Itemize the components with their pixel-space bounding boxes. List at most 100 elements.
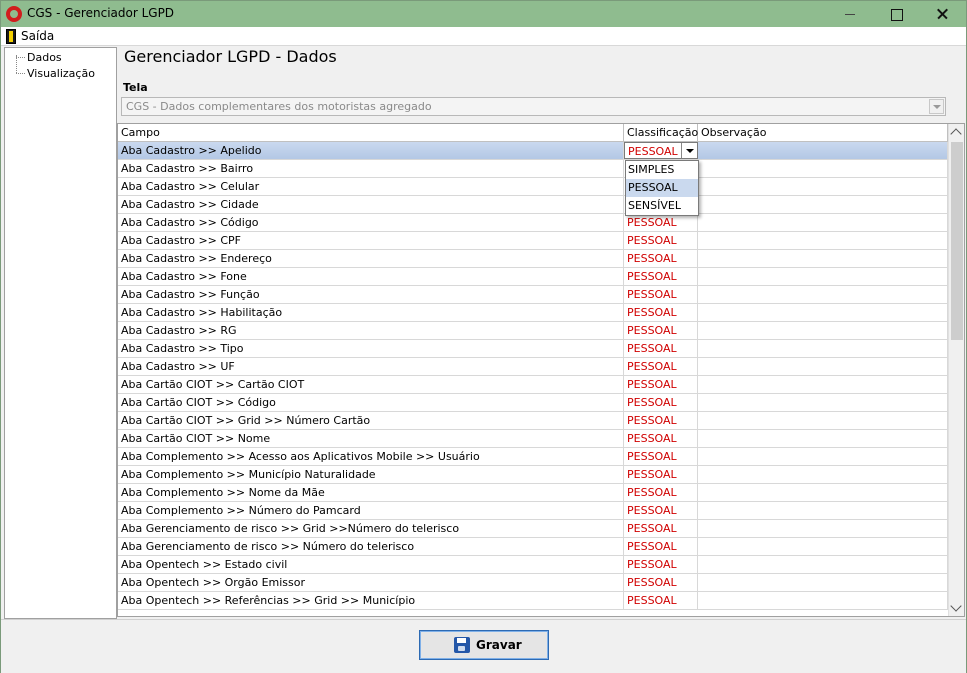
- table-row[interactable]: Aba Complemento >> Número do Pamcard PESS…: [118, 502, 948, 520]
- cell-campo[interactable]: Aba Complemento >> Nome da Mãe: [118, 484, 624, 501]
- cell-classificacao[interactable]: PESSOAL: [624, 304, 698, 321]
- cell-campo[interactable]: Aba Opentech >> Estado civil: [118, 556, 624, 573]
- cell-classificacao[interactable]: PESSOAL: [624, 340, 698, 357]
- cell-observacao[interactable]: [698, 358, 948, 375]
- cell-classificacao[interactable]: PESSOAL: [624, 502, 698, 519]
- cell-observacao[interactable]: [698, 484, 948, 501]
- tree-item-visualizacao[interactable]: Visualização: [27, 67, 95, 80]
- table-row[interactable]: Aba Gerenciamento de risco >> Número do …: [118, 538, 948, 556]
- cell-observacao[interactable]: [698, 214, 948, 231]
- close-button[interactable]: [919, 1, 965, 27]
- cell-classificacao[interactable]: PESSOAL: [624, 286, 698, 303]
- table-row[interactable]: Aba Cadastro >> Código PESSOAL: [118, 214, 948, 232]
- cell-campo[interactable]: Aba Opentech >> Orgão Emissor: [118, 574, 624, 591]
- cell-campo[interactable]: Aba Cartão CIOT >> Nome: [118, 430, 624, 447]
- table-row[interactable]: Aba Complemento >> Município Naturalidad…: [118, 466, 948, 484]
- cell-classificacao[interactable]: PESSOAL: [624, 322, 698, 339]
- cell-observacao[interactable]: [698, 448, 948, 465]
- table-row[interactable]: Aba Cartão CIOT >> Grid >> Número Cartão…: [118, 412, 948, 430]
- table-row[interactable]: Aba Cadastro >> Cidade: [118, 196, 948, 214]
- cell-observacao[interactable]: [698, 556, 948, 573]
- table-row[interactable]: Aba Cadastro >> CPF PESSOAL: [118, 232, 948, 250]
- scroll-down-icon[interactable]: [950, 600, 962, 612]
- cell-observacao[interactable]: [698, 574, 948, 591]
- dropdown-option-sensivel[interactable]: SENSÍVEL: [626, 197, 698, 215]
- table-row[interactable]: Aba Cadastro >> UF PESSOAL: [118, 358, 948, 376]
- cell-observacao[interactable]: [698, 322, 948, 339]
- cell-classificacao[interactable]: PESSOAL: [624, 232, 698, 249]
- cell-observacao[interactable]: [698, 178, 948, 195]
- cell-campo[interactable]: Aba Cadastro >> Função: [118, 286, 624, 303]
- cell-observacao[interactable]: [698, 160, 948, 177]
- maximize-button[interactable]: [873, 1, 919, 27]
- cell-classificacao[interactable]: PESSOAL: [624, 466, 698, 483]
- cell-classificacao[interactable]: PESSOAL: [624, 430, 698, 447]
- cell-classificacao[interactable]: PESSOAL: [624, 574, 698, 591]
- tela-select[interactable]: CGS - Dados complementares dos motorista…: [121, 97, 946, 116]
- cell-classificacao[interactable]: PESSOAL: [624, 268, 698, 285]
- cell-classificacao[interactable]: PESSOAL: [624, 250, 698, 267]
- cell-observacao[interactable]: [698, 430, 948, 447]
- table-row[interactable]: Aba Gerenciamento de risco >> Grid >>Núm…: [118, 520, 948, 538]
- table-row[interactable]: Aba Cartão CIOT >> Código PESSOAL: [118, 394, 948, 412]
- cell-campo[interactable]: Aba Complemento >> Acesso aos Aplicativo…: [118, 448, 624, 465]
- cell-campo[interactable]: Aba Cadastro >> Fone: [118, 268, 624, 285]
- scroll-thumb[interactable]: [951, 142, 963, 340]
- cell-campo[interactable]: Aba Cartão CIOT >> Código: [118, 394, 624, 411]
- table-row[interactable]: Aba Cadastro >> Habilitação PESSOAL: [118, 304, 948, 322]
- chevron-down-icon[interactable]: [681, 143, 697, 158]
- table-row[interactable]: Aba Cadastro >> Endereço PESSOAL: [118, 250, 948, 268]
- cell-classificacao[interactable]: PESSOAL: [624, 556, 698, 573]
- table-row[interactable]: Aba Cadastro >> Tipo PESSOAL: [118, 340, 948, 358]
- cell-classificacao[interactable]: PESSOAL: [624, 358, 698, 375]
- cell-observacao[interactable]: [698, 412, 948, 429]
- vertical-scrollbar[interactable]: [948, 124, 964, 616]
- cell-campo[interactable]: Aba Gerenciamento de risco >> Número do …: [118, 538, 624, 555]
- minimize-button[interactable]: [827, 1, 873, 27]
- table-row[interactable]: Aba Opentech >> Referências >> Grid >> M…: [118, 592, 948, 610]
- cell-classificacao[interactable]: PESSOAL: [624, 214, 698, 231]
- cell-campo[interactable]: Aba Cadastro >> Celular: [118, 178, 624, 195]
- cell-campo[interactable]: Aba Cadastro >> Tipo: [118, 340, 624, 357]
- table-row[interactable]: Aba Complemento >> Acesso aos Aplicativo…: [118, 448, 948, 466]
- cell-observacao[interactable]: [698, 232, 948, 249]
- cell-observacao[interactable]: [698, 394, 948, 411]
- column-header-classificacao[interactable]: Classificação: [624, 124, 698, 142]
- table-row[interactable]: Aba Cartão CIOT >> Nome PESSOAL: [118, 430, 948, 448]
- cell-classificacao[interactable]: PESSOAL: [624, 448, 698, 465]
- cell-classificacao[interactable]: PESSOAL: [624, 538, 698, 555]
- cell-classificacao[interactable]: PESSOAL: [624, 376, 698, 393]
- cell-observacao[interactable]: [698, 592, 948, 609]
- cell-campo[interactable]: Aba Gerenciamento de risco >> Grid >>Núm…: [118, 520, 624, 537]
- cell-observacao[interactable]: [698, 250, 948, 267]
- title-bar[interactable]: CGS - Gerenciador LGPD: [1, 1, 966, 27]
- table-row[interactable]: Aba Cadastro >> Celular: [118, 178, 948, 196]
- cell-observacao[interactable]: [698, 538, 948, 555]
- cell-campo[interactable]: Aba Cadastro >> UF: [118, 358, 624, 375]
- cell-classificacao[interactable]: PESSOAL: [624, 484, 698, 501]
- table-row[interactable]: Aba Cartão CIOT >> Cartão CIOT PESSOAL: [118, 376, 948, 394]
- column-header-campo[interactable]: Campo: [118, 124, 624, 142]
- cell-campo[interactable]: Aba Opentech >> Referências >> Grid >> M…: [118, 592, 624, 609]
- cell-campo[interactable]: Aba Cadastro >> Habilitação: [118, 304, 624, 321]
- cell-campo[interactable]: Aba Cadastro >> Endereço: [118, 250, 624, 267]
- cell-observacao[interactable]: [698, 142, 948, 159]
- cell-campo[interactable]: Aba Complemento >> Município Naturalidad…: [118, 466, 624, 483]
- cell-observacao[interactable]: [698, 466, 948, 483]
- cell-observacao[interactable]: [698, 502, 948, 519]
- dropdown-option-pessoal[interactable]: PESSOAL: [626, 179, 698, 197]
- cell-campo[interactable]: Aba Cadastro >> CPF: [118, 232, 624, 249]
- cell-campo[interactable]: Aba Cadastro >> RG: [118, 322, 624, 339]
- table-row[interactable]: Aba Cadastro >> Bairro: [118, 160, 948, 178]
- cell-campo[interactable]: Aba Cadastro >> Código: [118, 214, 624, 231]
- cell-classificacao[interactable]: PESSOAL: [624, 520, 698, 537]
- cell-observacao[interactable]: [698, 520, 948, 537]
- menu-item-saida[interactable]: Saída: [3, 28, 58, 45]
- dropdown-option-simples[interactable]: SIMPLES: [626, 161, 698, 179]
- table-row[interactable]: Aba Opentech >> Orgão Emissor PESSOAL: [118, 574, 948, 592]
- cell-observacao[interactable]: [698, 376, 948, 393]
- table-row[interactable]: Aba Cadastro >> RG PESSOAL: [118, 322, 948, 340]
- cell-campo[interactable]: Aba Complemento >> Número do Pamcard: [118, 502, 624, 519]
- cell-observacao[interactable]: [698, 196, 948, 213]
- cell-classificacao[interactable]: PESSOAL: [624, 592, 698, 609]
